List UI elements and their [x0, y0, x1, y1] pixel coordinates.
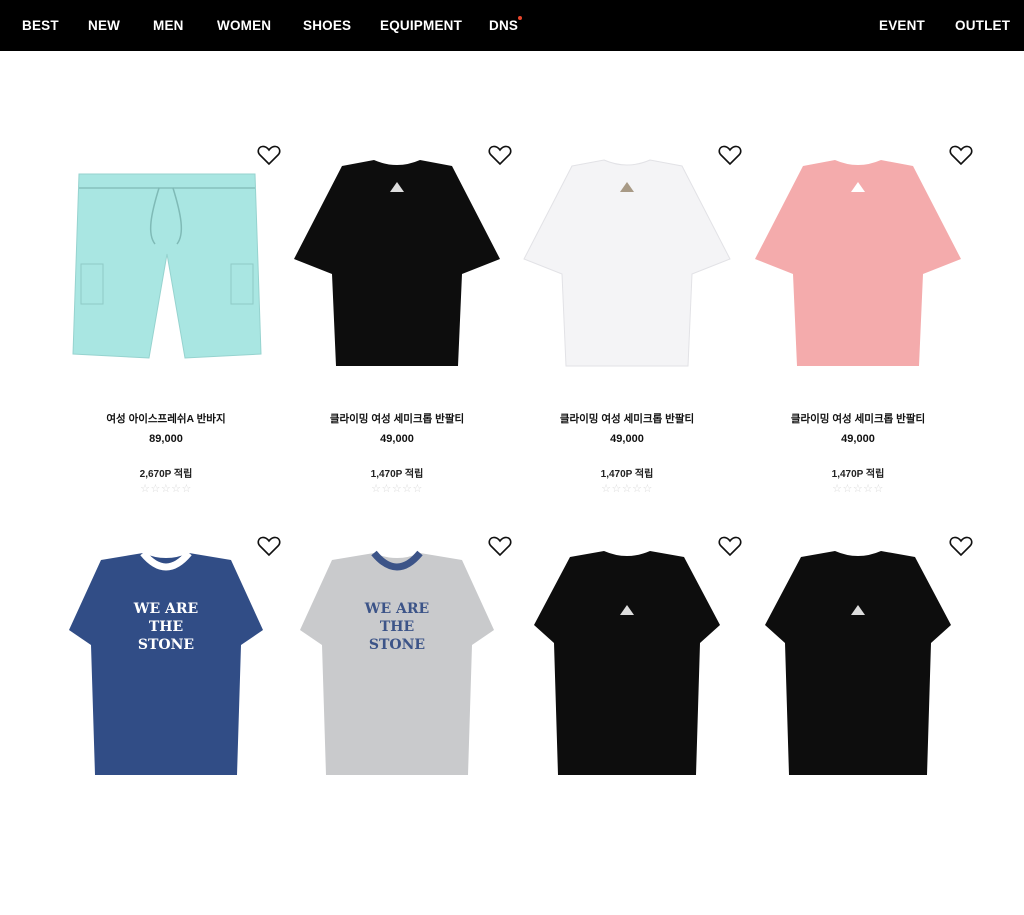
tshirt-icon [69, 553, 263, 775]
product-card[interactable]: 클라이밍 여성 세미크롭 반팔티 49,000 1,470P 적립 ☆☆☆☆☆ [743, 144, 973, 524]
product-name[interactable]: 여성 아이스프레쉬A 반바지 [51, 411, 281, 426]
tshirt-icon [300, 553, 494, 775]
product-price: 89,000 [149, 433, 183, 445]
shirt-graphic-text: STONE [369, 637, 425, 653]
wishlist-heart-icon[interactable] [949, 535, 973, 557]
rating-stars-icon: ☆☆☆☆☆ [371, 483, 423, 495]
product-price: 49,000 [610, 433, 644, 445]
product-image[interactable] [282, 144, 512, 384]
shirt-graphic-text: THE [380, 619, 414, 635]
product-grid: 여성 아이스프레쉬A 반바지 89,000 2,670P 적립 ☆☆☆☆☆ 클라… [0, 0, 1024, 775]
product-price: 49,000 [380, 433, 414, 445]
reward-points: 2,670P 적립 [139, 469, 193, 480]
product-card[interactable]: 클라이밍 여성 세미크롭 반팔티 49,000 1,470P 적립 ☆☆☆☆☆ [282, 144, 512, 524]
shirt-graphic-text: STONE [138, 637, 194, 653]
wishlist-heart-icon[interactable] [257, 535, 281, 557]
shirt-graphic-text: WE ARE [364, 601, 429, 617]
rating-stars-icon: ☆☆☆☆☆ [832, 483, 884, 495]
product-image[interactable]: WE ARE THE STONE [51, 535, 281, 775]
reward-points: 1,470P 적립 [600, 469, 654, 480]
product-card[interactable] [743, 535, 973, 915]
product-image[interactable] [51, 144, 281, 384]
product-card[interactable]: WE ARE THE STONE [51, 535, 281, 915]
shirt-graphic-text: THE [149, 619, 183, 635]
shorts-icon [72, 173, 262, 359]
reward-points: 1,470P 적립 [370, 469, 424, 480]
tshirt-icon [534, 551, 720, 775]
tshirt-icon [765, 551, 951, 775]
product-image[interactable] [743, 144, 973, 384]
product-card[interactable]: 여성 아이스프레쉬A 반바지 89,000 2,670P 적립 ☆☆☆☆☆ [51, 144, 281, 524]
product-image[interactable] [743, 535, 973, 775]
product-image[interactable] [512, 144, 742, 384]
product-card[interactable] [512, 535, 742, 915]
product-card[interactable]: WE ARE THE STONE [282, 535, 512, 915]
wishlist-heart-icon[interactable] [488, 535, 512, 557]
wishlist-heart-icon[interactable] [718, 535, 742, 557]
wishlist-heart-icon[interactable] [949, 144, 973, 166]
product-price: 49,000 [841, 433, 875, 445]
product-name[interactable]: 클라이밍 여성 세미크롭 반팔티 [743, 411, 973, 426]
product-image[interactable]: WE ARE THE STONE [282, 535, 512, 775]
reward-points: 1,470P 적립 [831, 469, 885, 480]
product-name[interactable]: 클라이밍 여성 세미크롭 반팔티 [282, 411, 512, 426]
rating-stars-icon: ☆☆☆☆☆ [601, 483, 653, 495]
shirt-graphic-text: WE ARE [133, 601, 198, 617]
wishlist-heart-icon[interactable] [488, 144, 512, 166]
wishlist-heart-icon[interactable] [718, 144, 742, 166]
product-image[interactable] [512, 535, 742, 775]
wishlist-heart-icon[interactable] [257, 144, 281, 166]
rating-stars-icon: ☆☆☆☆☆ [140, 483, 192, 495]
product-name[interactable]: 클라이밍 여성 세미크롭 반팔티 [512, 411, 742, 426]
product-card[interactable]: 클라이밍 여성 세미크롭 반팔티 49,000 1,470P 적립 ☆☆☆☆☆ [512, 144, 742, 524]
